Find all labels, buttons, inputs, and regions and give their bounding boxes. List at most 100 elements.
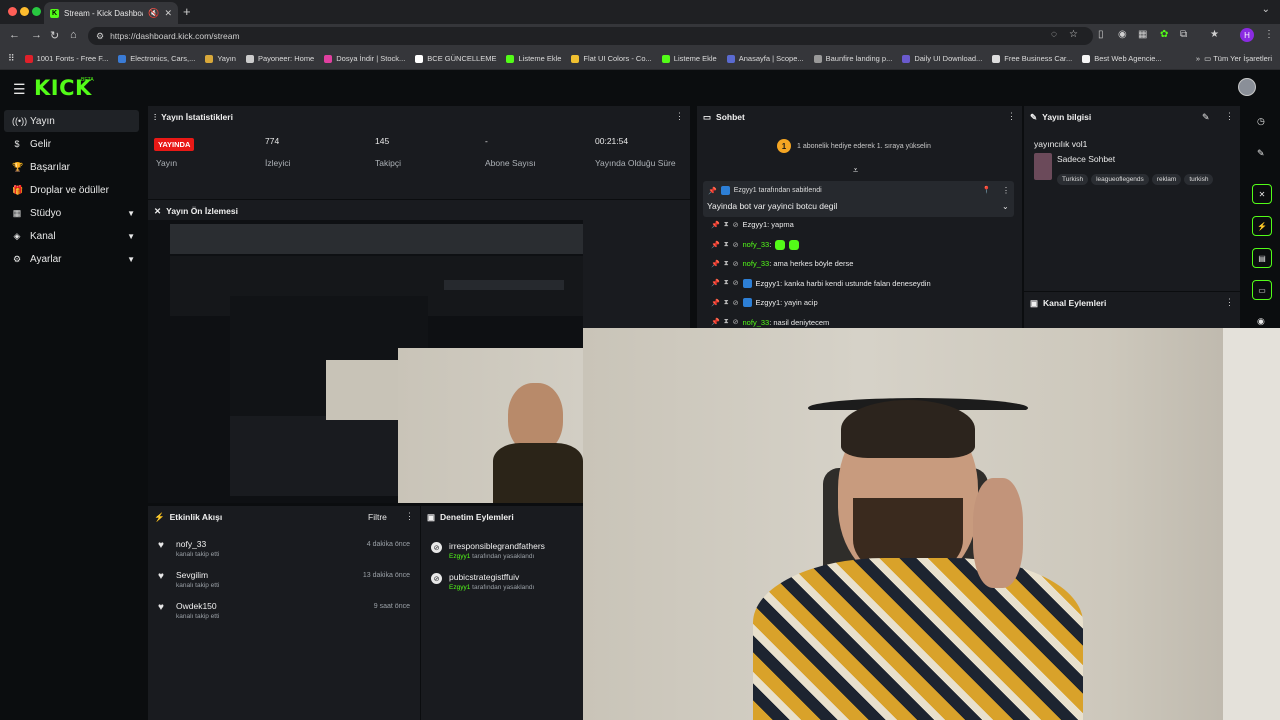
broadcast-tool-icon[interactable]: ◉ (1257, 316, 1265, 327)
chat-username[interactable]: Ezgyy1 (756, 298, 781, 307)
timeout-icon[interactable]: ⧗ (724, 241, 729, 249)
gift-sub-banner[interactable]: 1 1 abonelik hediye ederek 1. sıraya yük… (777, 139, 931, 153)
stream-tag[interactable]: leagueoflegends (1091, 174, 1149, 185)
ban-user-icon[interactable]: ⊘ (733, 279, 739, 287)
chat-username[interactable]: nofy_33 (743, 318, 770, 327)
pin-message-icon[interactable]: 📌 (711, 241, 720, 249)
browser-profile-avatar[interactable]: H (1240, 28, 1254, 42)
chat-username[interactable]: nofy_33 (743, 240, 770, 249)
bookmark-item[interactable]: Anasayfa | Scope... (726, 54, 804, 63)
pin-message-icon[interactable]: 📌 (711, 318, 720, 326)
moderator-name[interactable]: Ezgyy1 (449, 584, 470, 591)
stream-tag[interactable]: Turkish (1057, 174, 1089, 185)
chat-username[interactable]: Ezgyy1 (743, 220, 768, 229)
moderation-item[interactable]: ⊘ pubicstrategistffuiv Ezgyy1 tarafından y… (421, 570, 583, 600)
notification-icon[interactable]: ◷ (1257, 116, 1265, 127)
chat-message[interactable]: 📌 ⧗ ⊘ Ezgyy1: yayin acip (711, 298, 818, 307)
chat-message[interactable]: 📌 ⧗ ⊘ Ezgyy1: kanka harbi kendi ustunde fal… (711, 278, 931, 288)
feed-item[interactable]: ♥ Owdek150 kanalı takip etti 9 saat önce (148, 598, 420, 626)
pin-message-icon[interactable]: 📌 (711, 279, 720, 287)
moderator-name[interactable]: Ezgyy1 (449, 553, 470, 560)
pinned-message[interactable]: 📌 Ezgyy1 tarafından sabitlendi 📍 ⋮ Yayin… (703, 181, 1014, 217)
filter-button[interactable]: Filtre (368, 512, 387, 522)
stats-more-icon[interactable]: ⋮ (675, 111, 684, 122)
pin-message-icon[interactable]: 📌 (711, 299, 720, 307)
ban-user-icon[interactable]: ⊘ (733, 241, 739, 249)
feed-item[interactable]: ♥ nofy_33 kanalı takip etti 4 dakika önce (148, 536, 420, 564)
bookmark-item[interactable]: Free Business Car... (992, 54, 1072, 63)
minimize-window-button[interactable] (20, 7, 29, 16)
timeout-icon[interactable]: ⧗ (724, 299, 729, 307)
close-window-button[interactable] (8, 7, 17, 16)
maximize-window-button[interactable] (32, 7, 41, 16)
pencil-icon[interactable]: ✎ (1257, 148, 1265, 159)
sidebar-item-stüdyo[interactable]: ▦ Stüdyo ▼ (4, 202, 139, 224)
grid-extension-icon[interactable]: ▦ (1138, 29, 1147, 40)
bookmark-item[interactable]: Dosya İndir | Stock... (324, 54, 405, 63)
info-more-icon[interactable]: ⋮ (1225, 111, 1234, 122)
unpin-icon[interactable]: 📍 (982, 186, 991, 194)
bookmark-item[interactable]: BCE GÜNCELLEME (415, 54, 496, 63)
moderation-tool-button[interactable]: ✕ (1252, 184, 1272, 204)
ban-user-icon[interactable]: ⊘ (733, 260, 739, 268)
bookmark-item[interactable]: Flat UI Colors - Co... (571, 54, 652, 63)
ban-user-icon[interactable]: ⊘ (733, 299, 739, 307)
feed-username[interactable]: Owdek150 (176, 601, 217, 611)
eye-off-icon[interactable]: ◌ (1051, 29, 1057, 40)
user-avatar[interactable] (1238, 78, 1256, 96)
chat-message[interactable]: 📌 ⧗ ⊘ nofy_33: ama herkes böyle derse (711, 259, 853, 268)
lightning-tool-button[interactable]: ⚡ (1252, 216, 1272, 236)
tab-search-icon[interactable]: ⌄ (1262, 4, 1270, 15)
url-input[interactable]: ⚙ https://dashboard.kick.com/stream (88, 27, 1093, 45)
bookmark-item[interactable]: Payoneer: Home (245, 54, 314, 63)
bookmark-star-icon[interactable]: ☆ (1069, 29, 1078, 40)
feed-more-icon[interactable]: ⋮ (405, 511, 414, 522)
expand-pinned-icon[interactable]: ⌄ (1002, 202, 1009, 211)
sidebar-item-droplar-ve-ödüller[interactable]: 🎁 Droplar ve ödüller (4, 179, 139, 201)
moderation-item[interactable]: ⊘ irresponsiblegrandfathers Ezgyy1 tarafın… (421, 539, 583, 569)
chat-tool-button[interactable]: ▭ (1252, 280, 1272, 300)
site-settings-icon[interactable]: ⚙ (96, 31, 104, 42)
all-bookmarks-button[interactable]: » ▭ Tüm Yer İşaretleri (1196, 54, 1272, 63)
camera-extension-icon[interactable]: ◉ (1118, 29, 1127, 40)
chat-message[interactable]: 📌 ⧗ ⊘ nofy_33: (711, 239, 800, 250)
bookmark-item[interactable]: Listeme Ekle (506, 54, 561, 63)
reload-icon[interactable]: ↻ (50, 29, 59, 42)
timeout-icon[interactable]: ⧗ (724, 279, 729, 287)
stream-preview-video[interactable] (148, 220, 583, 503)
collapse-pinned-icon[interactable]: ⩡ (853, 165, 858, 176)
banned-username[interactable]: irresponsiblegrandfathers (449, 541, 545, 551)
bookmark-item[interactable]: Yayın (205, 54, 236, 63)
sidebar-item-ayarlar[interactable]: ⚙ Ayarlar ▼ (4, 248, 139, 270)
bookmark-item[interactable]: Electronics, Cars,... (118, 54, 195, 63)
bookmarks-star-icon[interactable]: ★ (1210, 29, 1219, 40)
chat-username[interactable]: Ezgyy1 (756, 279, 781, 288)
browser-menu-icon[interactable]: ⋮ (1264, 29, 1274, 40)
apps-grid-icon[interactable]: ⠿ (8, 53, 15, 64)
chat-username[interactable]: nofy_33 (743, 259, 770, 268)
ban-user-icon[interactable]: ⊘ (733, 318, 739, 326)
pin-message-icon[interactable]: 📌 (711, 260, 720, 268)
close-tab-icon[interactable]: ✕ (164, 8, 172, 19)
stream-tag[interactable]: turkish (1184, 174, 1214, 185)
colored-extension-icon[interactable]: ✿ (1160, 29, 1168, 40)
browser-tab-active[interactable]: K Stream - Kick Dashboard 🔇 ✕ (44, 2, 178, 24)
actions-more-icon[interactable]: ⋮ (1225, 297, 1234, 308)
feed-username[interactable]: nofy_33 (176, 539, 206, 549)
chat-more-icon[interactable]: ⋮ (1007, 111, 1016, 122)
mute-tab-icon[interactable]: 🔇 (148, 8, 159, 19)
bookmark-item[interactable]: Listeme Ekle (661, 54, 717, 63)
feed-username[interactable]: Sevgilim (176, 570, 208, 580)
pin-message-icon[interactable]: 📌 (711, 221, 720, 229)
stream-tag[interactable]: reklam (1151, 174, 1182, 185)
document-tool-button[interactable]: ▤ (1252, 248, 1272, 268)
extension-icon[interactable]: ▯ (1098, 29, 1104, 40)
sidebar-item-yayın[interactable]: ((•)) Yayın (4, 110, 139, 132)
chat-message[interactable]: 📌 ⧗ ⊘ nofy_33: nasil deniytecem (711, 318, 829, 327)
edit-pencil-icon[interactable]: ✎ (1202, 112, 1210, 123)
new-tab-button[interactable]: + (183, 4, 191, 19)
timeout-icon[interactable]: ⧗ (724, 260, 729, 268)
home-icon[interactable]: ⌂ (70, 29, 77, 41)
back-arrow-icon[interactable]: ← (9, 29, 20, 41)
ban-user-icon[interactable]: ⊘ (733, 221, 739, 229)
